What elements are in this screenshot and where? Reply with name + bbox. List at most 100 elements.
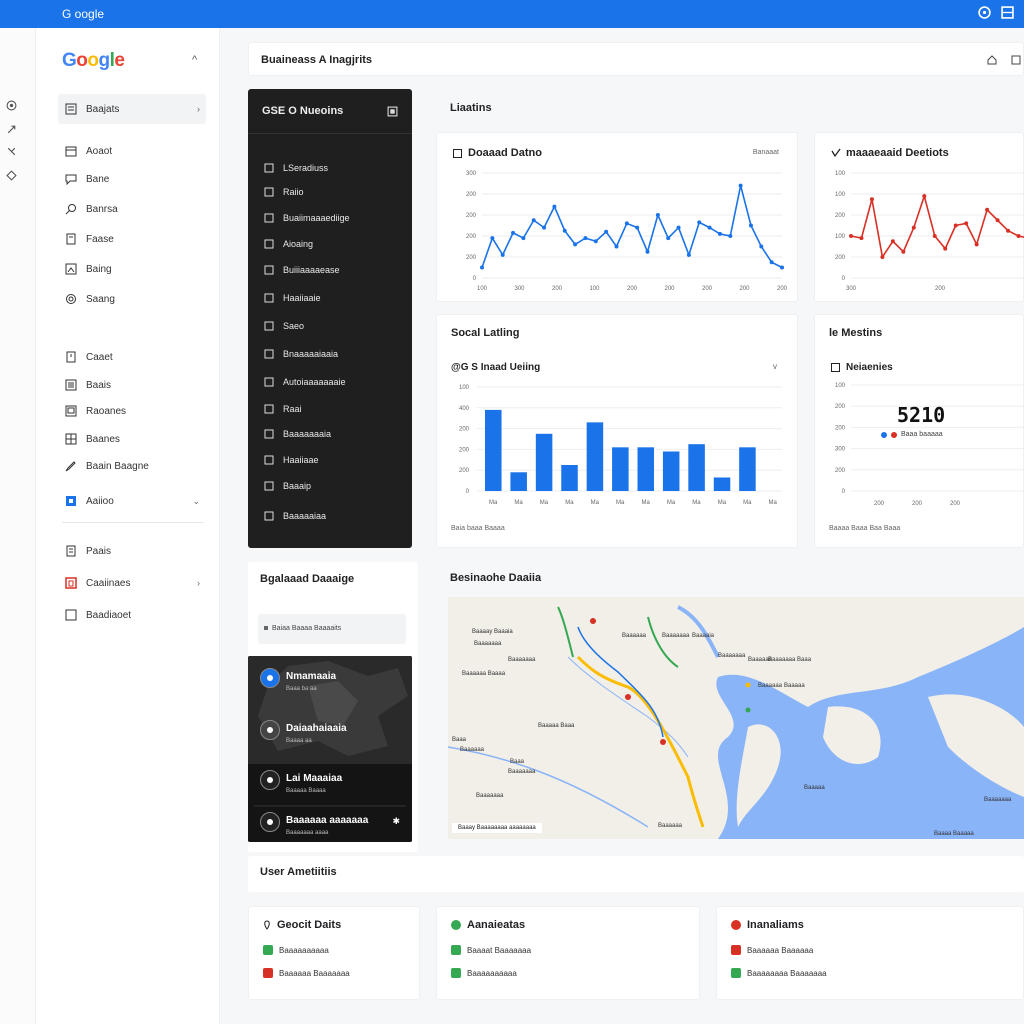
data-point[interactable] xyxy=(635,225,640,230)
sidebar-item[interactable]: Aoaot xyxy=(58,136,206,166)
sidebar-item[interactable]: Baanes xyxy=(58,424,206,454)
sidebar-item[interactable]: Paais xyxy=(58,536,206,566)
bar[interactable] xyxy=(535,433,553,491)
data-point[interactable] xyxy=(1006,228,1011,233)
sidebar-item[interactable]: Baing xyxy=(58,254,206,284)
data-point[interactable] xyxy=(901,249,906,254)
map-list-item[interactable]: Lai Maaaiaa Baaaaa Baaaa xyxy=(258,770,408,814)
rail-tag-icon[interactable] xyxy=(6,170,17,181)
data-point[interactable] xyxy=(869,197,874,202)
data-point[interactable] xyxy=(759,244,764,249)
sidebar-item[interactable]: Faase xyxy=(58,224,206,254)
sidebar-item[interactable]: Baain Baagne xyxy=(58,451,206,481)
bar[interactable] xyxy=(713,477,731,491)
sidebar-item[interactable]: Caaiinaes › xyxy=(58,568,206,598)
data-point[interactable] xyxy=(686,252,691,257)
data-point[interactable] xyxy=(645,249,650,254)
data-point[interactable] xyxy=(542,225,547,230)
rail-target-icon[interactable] xyxy=(6,100,17,111)
dark-panel-item[interactable]: Raai xyxy=(264,404,302,414)
dark-panel-item[interactable]: Baaaip xyxy=(264,481,311,491)
data-point[interactable] xyxy=(624,221,629,226)
data-point[interactable] xyxy=(511,230,516,235)
data-point[interactable] xyxy=(707,225,712,230)
data-point[interactable] xyxy=(655,213,660,217)
data-point[interactable] xyxy=(932,234,937,238)
data-point[interactable] xyxy=(849,234,853,238)
data-point[interactable] xyxy=(964,221,969,226)
data-point[interactable] xyxy=(953,223,958,228)
data-point[interactable] xyxy=(890,239,895,244)
bar[interactable] xyxy=(510,472,527,491)
apps-icon[interactable] xyxy=(1001,6,1014,19)
data-point[interactable] xyxy=(562,228,567,233)
data-point[interactable] xyxy=(780,265,784,270)
map-list-item[interactable]: Baaaaaa aaaaaaa Baaaaaaa aaaa xyxy=(258,812,408,842)
bar[interactable] xyxy=(586,422,604,491)
window-icon[interactable] xyxy=(1011,55,1021,65)
data-point[interactable] xyxy=(748,223,753,228)
analytics-card[interactable]: Geocit Daits Baaaaaaaaaa Baaaaaa Baaaaaaa xyxy=(248,906,420,1000)
data-point[interactable] xyxy=(573,242,578,247)
data-point[interactable] xyxy=(490,236,495,241)
data-point[interactable] xyxy=(697,220,702,225)
dark-panel-item[interactable]: Baaaaaiaa xyxy=(264,511,326,521)
data-point[interactable] xyxy=(738,183,743,188)
map-list-item[interactable]: Nmamaaia Baaa ba aa xyxy=(258,668,408,712)
data-point[interactable] xyxy=(480,265,484,270)
map-list-item[interactable]: Daiaahaiaaia Baaaa aa xyxy=(258,720,408,764)
dark-panel-item[interactable]: Saeo xyxy=(264,321,304,331)
topbar-brand[interactable]: G oogle xyxy=(62,7,104,21)
data-point[interactable] xyxy=(593,239,598,244)
analytics-card[interactable]: Inanaliams Baaaaaa Baaaaaa Baaaaaaaa Baaaa… xyxy=(716,906,1024,1000)
data-point[interactable] xyxy=(769,260,774,265)
bar[interactable] xyxy=(637,447,655,491)
data-point[interactable] xyxy=(943,246,948,251)
data-point[interactable] xyxy=(922,194,927,199)
data-point[interactable] xyxy=(859,236,864,241)
dark-panel-item[interactable]: Raiio xyxy=(264,187,304,197)
data-point[interactable] xyxy=(717,231,722,236)
data-point[interactable] xyxy=(911,225,916,230)
account-icon[interactable] xyxy=(978,6,991,19)
data-point[interactable] xyxy=(604,229,609,234)
data-point[interactable] xyxy=(552,204,557,209)
bar[interactable] xyxy=(688,444,705,491)
rail-arrow-icon[interactable] xyxy=(6,124,17,135)
data-point[interactable] xyxy=(974,242,979,247)
sidebar-item[interactable]: Raoanes xyxy=(58,396,206,426)
dark-panel-item[interactable]: Haaiiaaie xyxy=(264,293,321,303)
bar[interactable] xyxy=(561,465,578,491)
data-point[interactable] xyxy=(880,255,885,259)
map-view[interactable]: Baaaay Baaaia Baaaaaaa Baaaaaa Baaaa Baaaaa… xyxy=(448,597,1024,839)
sidebar-item[interactable]: Aaiioo ⌄ xyxy=(58,486,206,516)
dark-panel-item[interactable]: Baaaaaaaia xyxy=(264,429,331,439)
analytics-card[interactable]: Aanaieatas Baaaat Baaaaaaa Baaaaaaaaaa xyxy=(436,906,700,1000)
data-point[interactable] xyxy=(985,207,990,212)
bar[interactable] xyxy=(739,447,756,491)
bar[interactable] xyxy=(662,451,680,491)
sidebar-item[interactable]: Caaet xyxy=(58,342,206,372)
data-point[interactable] xyxy=(531,218,536,223)
sidebar-item[interactable]: Baadiaoet xyxy=(58,600,206,630)
data-point[interactable] xyxy=(676,225,681,230)
dark-panel-item[interactable]: Buiiiaaaaease xyxy=(264,265,340,275)
home-icon[interactable] xyxy=(987,55,997,65)
bar[interactable] xyxy=(485,409,502,491)
data-point[interactable] xyxy=(614,244,619,249)
rail-tool-icon[interactable] xyxy=(6,146,17,157)
google-logo[interactable]: Google xyxy=(62,50,125,72)
panel-menu-icon[interactable] xyxy=(387,106,398,117)
data-point[interactable] xyxy=(728,234,733,238)
sidebar-item[interactable]: Bane xyxy=(58,164,206,194)
data-point[interactable] xyxy=(1016,234,1021,238)
sidebar-item[interactable]: Saang xyxy=(58,284,206,314)
settings-icon[interactable]: ✱ xyxy=(392,816,400,827)
dark-panel-item[interactable]: Autoiaaaaaaaie xyxy=(264,377,346,387)
bar[interactable] xyxy=(612,447,629,491)
dark-panel-item[interactable]: Aioaing xyxy=(264,239,313,249)
data-point[interactable] xyxy=(666,236,671,241)
data-point[interactable] xyxy=(583,236,588,241)
dark-panel-item[interactable]: Bnaaaaaiaaia xyxy=(264,349,338,359)
collapse-icon[interactable]: ^ xyxy=(192,54,197,66)
